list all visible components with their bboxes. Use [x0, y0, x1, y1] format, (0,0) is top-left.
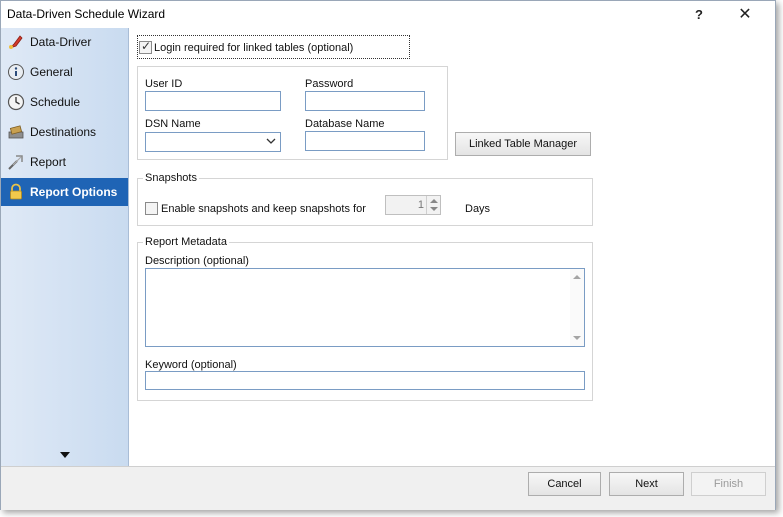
sidebar-item-report-options[interactable]: Report Options: [1, 178, 128, 206]
enable-snapshots-label: Enable snapshots and keep snapshots for: [161, 203, 366, 215]
keyword-label: Keyword (optional): [145, 359, 237, 371]
sidebar-item-label: Report: [30, 155, 67, 169]
scroll-up-icon[interactable]: [573, 275, 581, 279]
chevron-down-icon: [266, 138, 276, 144]
sidebar-item-data-driver[interactable]: Data-Driver: [1, 28, 128, 56]
password-label: Password: [305, 78, 354, 90]
sidebar-item-report[interactable]: Report: [1, 148, 128, 176]
linked-table-manager-button[interactable]: Linked Table Manager: [455, 132, 591, 156]
next-button-label: Next: [635, 478, 658, 490]
sidebar-item-label: General: [30, 65, 73, 79]
main-content: Login required for linked tables (option…: [129, 28, 775, 466]
sidebar-item-general[interactable]: General: [1, 58, 128, 86]
description-scrollbar[interactable]: [570, 269, 584, 346]
password-input[interactable]: [305, 91, 425, 111]
user-id-label: User ID: [145, 78, 183, 90]
snapshots-days-label: Days: [465, 203, 491, 215]
finish-button[interactable]: Finish: [691, 472, 766, 496]
sidebar-item-destinations[interactable]: Destinations: [1, 118, 128, 146]
enable-snapshots-checkbox[interactable]: [145, 202, 158, 215]
footer-bar: Cancel Next Finish: [1, 466, 775, 510]
snapshots-group-title: Snapshots: [143, 172, 199, 184]
sidebar-item-label: Data-Driver: [30, 35, 92, 49]
info-icon: [7, 63, 25, 81]
login-required-label: Login required for linked tables (option…: [154, 42, 354, 54]
next-button[interactable]: Next: [609, 472, 684, 496]
database-name-label: Database Name: [305, 118, 385, 130]
wizard-window: Data-Driven Schedule Wizard ? ✕ Data-Dri…: [0, 0, 776, 510]
sidebar-item-label: Schedule: [30, 95, 81, 109]
keyword-input[interactable]: [145, 371, 585, 390]
dsn-name-label: DSN Name: [145, 118, 201, 130]
title-bar: Data-Driven Schedule Wizard ? ✕: [1, 1, 775, 28]
login-required-checkbox[interactable]: [139, 39, 152, 54]
clock-icon: [7, 93, 25, 111]
description-label: Description (optional): [145, 255, 249, 267]
database-name-input[interactable]: [305, 131, 425, 151]
snapshots-count-value: 1: [417, 199, 424, 211]
help-button[interactable]: ?: [682, 1, 716, 28]
report-metadata-group-title: Report Metadata: [143, 236, 229, 248]
cancel-button[interactable]: Cancel: [528, 472, 601, 496]
data-driver-icon: [7, 33, 25, 51]
sidebar-item-label: Report Options: [30, 185, 118, 199]
window-title: Data-Driven Schedule Wizard: [7, 7, 166, 21]
snapshots-count-stepper[interactable]: 1: [385, 195, 441, 215]
sidebar-scroll-down-icon[interactable]: [60, 452, 70, 458]
dsn-name-select[interactable]: [145, 132, 281, 152]
snapshots-group: [137, 178, 593, 226]
close-button[interactable]: ✕: [728, 1, 762, 28]
spin-up-icon[interactable]: [430, 199, 438, 203]
cancel-button-label: Cancel: [547, 478, 582, 490]
sidebar-item-schedule[interactable]: Schedule: [1, 88, 128, 116]
spin-down-icon[interactable]: [430, 207, 438, 211]
sidebar: Data-Driver General Schedule Destination…: [1, 28, 129, 466]
report-icon: [7, 153, 25, 171]
description-textarea[interactable]: [145, 268, 585, 347]
scroll-down-icon[interactable]: [573, 336, 581, 340]
sidebar-item-label: Destinations: [30, 125, 97, 139]
lock-icon: [7, 183, 25, 201]
destinations-icon: [7, 123, 25, 141]
user-id-input[interactable]: [145, 91, 281, 111]
finish-button-label: Finish: [713, 478, 744, 490]
